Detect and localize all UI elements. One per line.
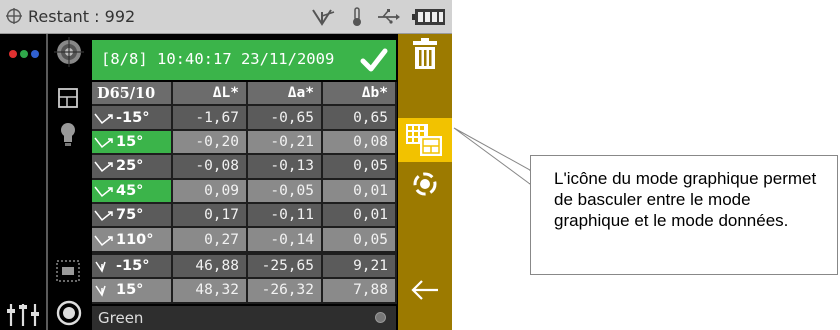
geometry-angle: -15° [116, 257, 150, 274]
value-dl: 0,27 [172, 227, 248, 254]
geometry-cell: 15° [92, 129, 173, 156]
grid-layout-icon[interactable] [58, 88, 78, 108]
geometry-cell: 45° [92, 178, 173, 204]
remaining-count: Restant : 992 [28, 7, 136, 26]
table-row[interactable]: 15° 48,32 -26,32 7,88 [92, 278, 397, 304]
device-screen: Restant : 992 [8/8] 10:40:17 23/11/2009 … [0, 0, 452, 330]
value-da: -0,65 [247, 105, 323, 131]
geometry-angle: 15° [116, 282, 144, 299]
column-header-db: Δb* [322, 82, 397, 107]
table-row[interactable]: -15° -1,67 -0,65 0,65 [92, 105, 397, 131]
antenna-icon [312, 9, 335, 26]
angle-geometry-icon [94, 210, 113, 222]
callout-text: L'icône du mode graphique permet de basc… [554, 169, 817, 230]
geometry-angle: 45° [116, 182, 144, 199]
color-dots-icon[interactable] [8, 48, 42, 60]
table-header-row: D65/10 ΔL* Δa* Δb* [92, 82, 397, 107]
table-row[interactable]: -15° 46,88 -25,65 9,21 [92, 250, 397, 280]
left-sidebar [0, 34, 48, 330]
specular-geometry-icon [95, 261, 106, 273]
value-da: -0,21 [247, 129, 323, 156]
battery-icon [412, 9, 445, 25]
value-da: -26,32 [247, 278, 323, 304]
table-row[interactable]: 75° 0,17 -0,11 0,01 [92, 202, 397, 229]
value-dl: 46,88 [172, 250, 248, 280]
value-da: -0,13 [247, 154, 323, 180]
angle-geometry-icon [94, 235, 113, 246]
value-dl: -0,20 [172, 129, 248, 156]
trash-icon[interactable] [412, 38, 438, 70]
geometry-cell: 15° [92, 278, 173, 304]
checkmark-icon [360, 48, 388, 72]
value-db: 7,88 [322, 278, 397, 304]
value-da: -0,05 [247, 178, 323, 204]
value-da: -0,14 [247, 227, 323, 254]
measure-icon[interactable] [412, 171, 438, 197]
geometry-angle: 110° [116, 231, 154, 248]
sample-name: Green [98, 309, 144, 327]
column-header-da: Δa* [247, 82, 323, 107]
status-bar: Restant : 992 [0, 0, 452, 34]
right-action-panel [398, 34, 452, 330]
value-dl: -0,08 [172, 154, 248, 180]
geometry-cell: -15° [92, 105, 173, 131]
geometry-angle: 75° [116, 207, 144, 224]
table-row[interactable]: 110° 0,27 -0,14 0,05 [92, 227, 397, 254]
table-row[interactable]: 25° -0,08 -0,13 0,05 [92, 154, 397, 180]
geometry-angle: 25° [116, 158, 144, 175]
angle-geometry-icon [94, 161, 113, 173]
value-da: -25,65 [247, 250, 323, 280]
measurement-header: [8/8] 10:40:17 23/11/2009 [92, 40, 396, 80]
sample-bar: Green [92, 306, 396, 330]
graph-mode-icon[interactable] [398, 118, 452, 162]
geometry-cell: 110° [92, 227, 173, 254]
callout-box: L'icône du mode graphique permet de basc… [530, 155, 838, 275]
settings-sliders-icon[interactable] [6, 302, 40, 326]
table-row[interactable]: 45° 0,09 -0,05 0,01 [92, 178, 397, 204]
specular-geometry-icon [95, 285, 106, 298]
value-db: 0,01 [322, 202, 397, 229]
geometry-angle: -15° [116, 109, 150, 126]
pattern-icon[interactable] [56, 260, 80, 282]
value-db: 0,01 [322, 178, 397, 204]
value-db: 0,65 [322, 105, 397, 131]
geometry-cell: -15° [92, 250, 173, 280]
target-view-icon[interactable] [53, 36, 85, 68]
value-db: 0,05 [322, 154, 397, 180]
angle-geometry-icon [94, 186, 113, 197]
usb-icon [378, 9, 400, 24]
value-db: 0,08 [322, 129, 397, 156]
temperature-icon [353, 7, 361, 26]
color-difference-table: D65/10 ΔL* Δa* Δb* -15° -1,67 -0,65 0,65 15°… [92, 82, 397, 304]
value-dl: -1,67 [172, 105, 248, 131]
geometry-angle: 15° [116, 133, 144, 150]
column-header-dl: ΔL* [172, 82, 248, 107]
target-icon [6, 8, 22, 24]
geometry-cell: 75° [92, 202, 173, 229]
value-dl: 48,32 [172, 278, 248, 304]
record-icon[interactable] [56, 300, 82, 326]
value-da: -0,11 [247, 202, 323, 229]
sample-options-button[interactable] [375, 312, 386, 323]
value-dl: 0,17 [172, 202, 248, 229]
lightbulb-icon[interactable] [60, 122, 76, 148]
value-db: 0,05 [322, 227, 397, 254]
value-dl: 0,09 [172, 178, 248, 204]
angle-geometry-icon [94, 113, 113, 124]
back-arrow-icon[interactable] [410, 278, 440, 302]
column-header-illuminant: D65/10 [92, 82, 173, 107]
angle-geometry-icon [94, 137, 113, 149]
geometry-cell: 25° [92, 154, 173, 180]
table-row[interactable]: 15° -0,20 -0,21 0,08 [92, 129, 397, 156]
measurement-timestamp: [8/8] 10:40:17 23/11/2009 [101, 50, 335, 68]
value-db: 9,21 [322, 250, 397, 280]
tool-column [48, 34, 90, 330]
